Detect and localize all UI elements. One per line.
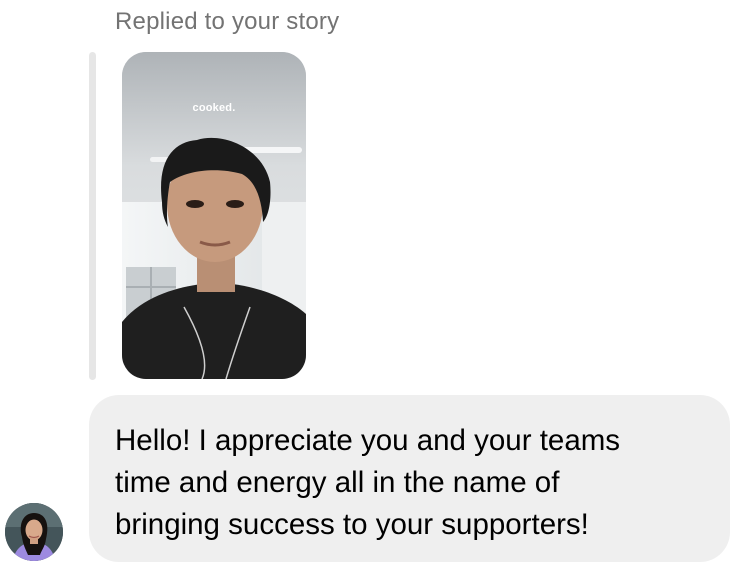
replied-to-story-label: Replied to your story (115, 8, 340, 35)
story-thumbnail[interactable]: cooked. (122, 52, 306, 379)
story-caption: cooked. (192, 102, 236, 114)
message-bubble[interactable]: Hello! I appreciate you and your teams t… (89, 395, 730, 562)
avatar-image (5, 503, 63, 561)
dm-conversation: Replied to your story cooked. Hello! I a… (0, 0, 744, 574)
message-line: bringing success to your supporters! (115, 508, 589, 541)
message-line: Hello! I appreciate you and your teams (115, 424, 621, 457)
message-line: time and energy all in the name of (115, 466, 560, 499)
sender-avatar[interactable] (5, 503, 63, 561)
reply-indicator-line (89, 52, 96, 380)
message-text: Hello! I appreciate you and your teams t… (115, 420, 704, 546)
